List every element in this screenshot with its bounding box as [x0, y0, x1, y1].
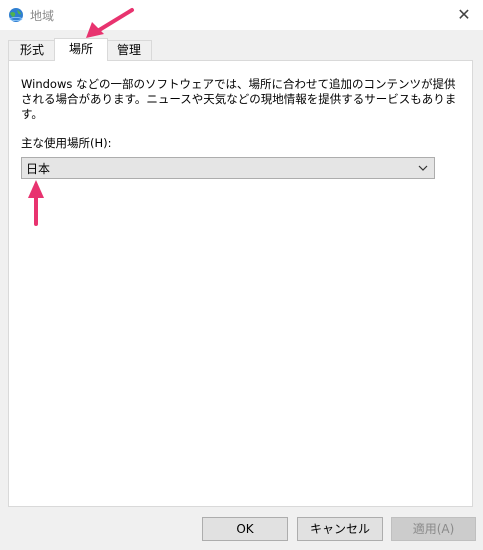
- home-location-dropdown[interactable]: 日本: [21, 157, 435, 179]
- ok-button[interactable]: OK: [202, 517, 288, 541]
- ok-button-label: OK: [236, 522, 254, 536]
- home-location-label: 主な使用場所(H):: [21, 136, 112, 150]
- apply-button-label: 適用(A): [412, 522, 455, 536]
- chevron-down-icon: [418, 165, 428, 171]
- tab-panel: Windows などの一部のソフトウェアでは、場所に合わせて追加のコンテンツが提…: [8, 60, 473, 507]
- cancel-button-label: キャンセル: [309, 522, 370, 536]
- tab-location[interactable]: 場所: [54, 38, 108, 61]
- title-bar: 地域 ✕: [0, 0, 483, 30]
- tab-format-label: 形式: [19, 43, 44, 57]
- globe-icon: [9, 8, 23, 22]
- tab-format[interactable]: 形式: [8, 40, 56, 60]
- tab-administrative-label: 管理: [116, 43, 141, 57]
- location-description: Windows などの一部のソフトウェアでは、場所に合わせて追加のコンテンツが提…: [21, 77, 457, 121]
- home-location-value: 日本: [26, 162, 51, 176]
- apply-button[interactable]: 適用(A): [391, 517, 476, 541]
- tab-location-label: 場所: [68, 42, 93, 56]
- cancel-button[interactable]: キャンセル: [297, 517, 383, 541]
- tab-administrative[interactable]: 管理: [106, 40, 152, 60]
- close-icon[interactable]: ✕: [453, 4, 475, 26]
- window-title: 地域: [30, 9, 55, 23]
